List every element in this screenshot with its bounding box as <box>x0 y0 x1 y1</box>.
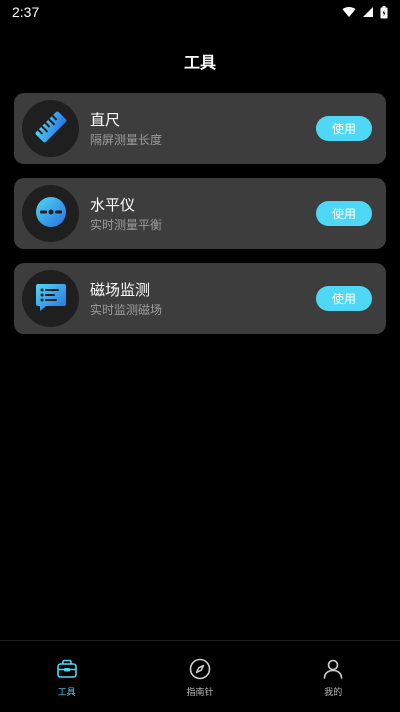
nav-item-tools[interactable]: 工具 <box>0 641 133 703</box>
tool-icon-container <box>22 185 79 242</box>
status-icons <box>342 5 388 19</box>
tool-text: 水平仪 实时测量平衡 <box>90 195 162 233</box>
tool-name: 直尺 <box>90 111 121 129</box>
battery-icon <box>380 5 388 19</box>
nav-item-compass[interactable]: 指南针 <box>133 641 266 703</box>
ruler-icon <box>31 107 71 151</box>
tool-text: 磁场监测 实时监测磁场 <box>90 280 162 318</box>
tool-text: 直尺 隔屏测量长度 <box>90 110 162 148</box>
nav-item-profile[interactable]: 我的 <box>267 641 400 703</box>
tool-name: 水平仪 <box>90 196 136 214</box>
tool-description: 实时监测磁场 <box>90 303 163 317</box>
tool-card-magnetic[interactable]: 磁场监测 实时监测磁场 使用 <box>14 263 386 334</box>
signal-icon <box>362 6 374 18</box>
nav-label-compass: 指南针 <box>186 688 214 698</box>
tool-description: 实时测量平衡 <box>90 218 163 232</box>
level-icon <box>33 194 69 234</box>
page-title: 工具 <box>183 53 216 72</box>
tool-description: 隔屏测量长度 <box>90 133 163 147</box>
user-icon <box>321 657 345 681</box>
app-header: 工具 <box>0 48 400 74</box>
toolbox-icon <box>55 657 79 681</box>
tool-icon-container <box>22 100 79 157</box>
tool-name: 磁场监测 <box>90 281 151 299</box>
tool-list: 直尺 隔屏测量长度 使用 水平仪 实时测量平衡 使用 磁场监测 实时监测磁场 使… <box>14 93 386 348</box>
nav-label-profile: 我的 <box>324 688 343 698</box>
use-button-level[interactable]: 使用 <box>316 201 372 226</box>
nav-label-tools: 工具 <box>57 688 76 698</box>
compass-icon <box>188 657 212 681</box>
screen: 2:37 工具 直尺 隔屏测量长度 使用 水平仪 实时测量平衡 使用 磁场监测 … <box>0 0 400 712</box>
status-time: 2:37 <box>12 4 40 20</box>
tool-icon-container <box>22 270 79 327</box>
use-button-ruler[interactable]: 使用 <box>316 116 372 141</box>
magnetic-monitor-icon <box>33 279 69 319</box>
bottom-nav: 工具 指南针 我的 <box>0 640 400 712</box>
tool-card-ruler[interactable]: 直尺 隔屏测量长度 使用 <box>14 93 386 164</box>
status-bar: 2:37 <box>0 0 400 24</box>
wifi-icon <box>342 6 356 18</box>
use-button-magnetic[interactable]: 使用 <box>316 286 372 311</box>
tool-card-level[interactable]: 水平仪 实时测量平衡 使用 <box>14 178 386 249</box>
